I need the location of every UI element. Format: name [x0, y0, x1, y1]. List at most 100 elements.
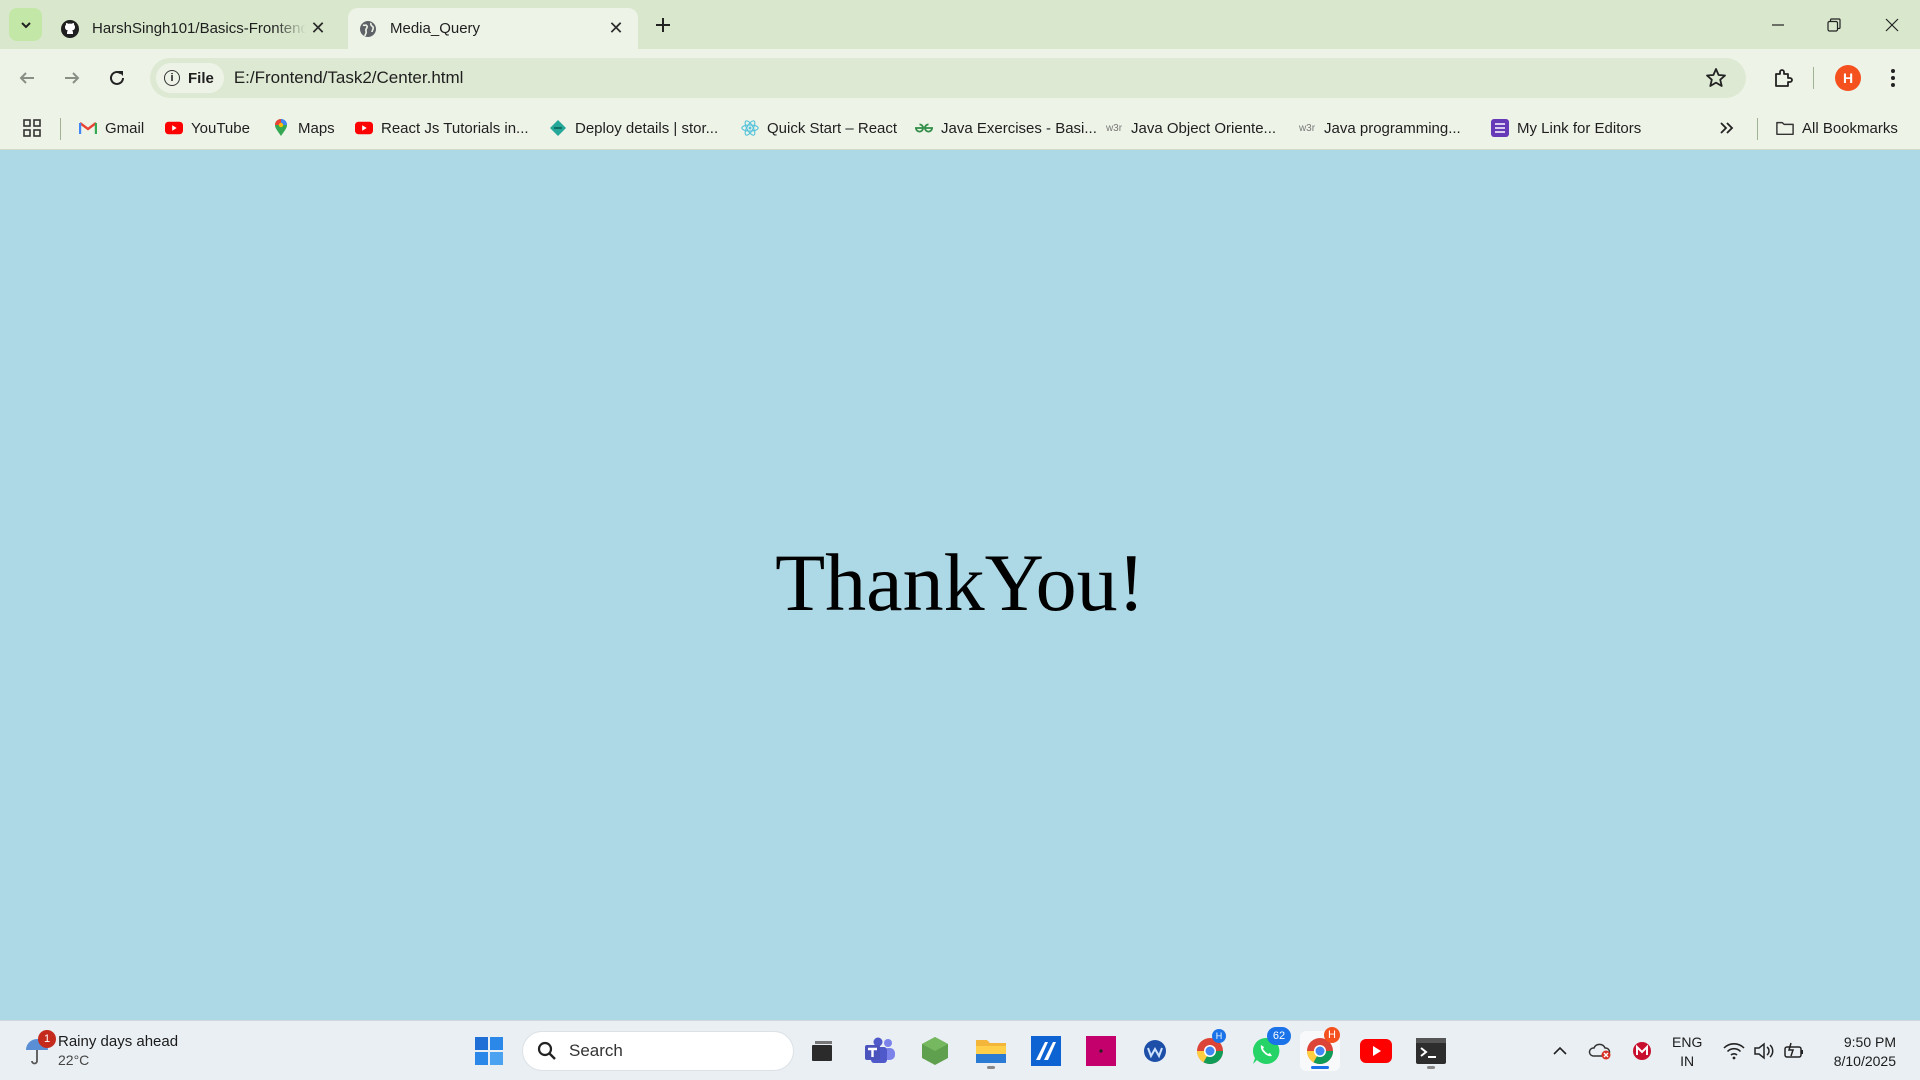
- chrome-profile-app[interactable]: H: [1190, 1029, 1230, 1071]
- app-icon: [1144, 1040, 1166, 1062]
- bookmark-react-tutorials[interactable]: React Js Tutorials in...: [355, 115, 529, 141]
- tab-media-query[interactable]: Media_Query ✕: [348, 8, 638, 49]
- bookmark-java-oop[interactable]: w3r Java Object Oriente...: [1105, 115, 1276, 141]
- task-view-button[interactable]: [802, 1031, 842, 1071]
- youtube-icon: [1360, 1039, 1392, 1063]
- bookmark-gmail[interactable]: Gmail: [79, 115, 144, 141]
- bookmark-java-programming[interactable]: w3r Java programming...: [1298, 115, 1461, 141]
- task-view-icon: [812, 1041, 832, 1061]
- arrow-right-icon: [65, 72, 80, 84]
- weather-widget[interactable]: 1 Rainy days ahead 22°C: [24, 1029, 178, 1073]
- close-icon[interactable]: ✕: [604, 17, 628, 41]
- profile-badge: H: [1324, 1027, 1340, 1043]
- wifi-tray[interactable]: [1722, 1031, 1746, 1071]
- edge-dev-app[interactable]: [1135, 1031, 1175, 1071]
- start-button[interactable]: [469, 1031, 509, 1071]
- tab-github[interactable]: HarshSingh101/Basics-Frontend ✕: [50, 8, 340, 49]
- react-icon: [741, 119, 759, 137]
- app-icon: [1086, 1036, 1116, 1066]
- close-icon[interactable]: ✕: [306, 17, 330, 41]
- plus-icon: [656, 18, 670, 32]
- bookmark-deploy-details[interactable]: Deploy details | stor...: [549, 115, 718, 141]
- weather-temp: 22°C: [58, 1052, 90, 1068]
- minimize-button[interactable]: [1750, 0, 1806, 49]
- cloud-error-icon: [1588, 1043, 1611, 1060]
- show-hidden-icons-button[interactable]: [1548, 1031, 1572, 1071]
- volume-tray[interactable]: [1752, 1031, 1776, 1071]
- bookmark-label: My Link for Editors: [1517, 119, 1642, 137]
- shield-m-icon: [1633, 1042, 1651, 1060]
- page-content: ThankYou!: [0, 151, 1920, 1020]
- bookmark-label: Java Object Oriente...: [1131, 119, 1277, 137]
- reload-button[interactable]: [102, 63, 132, 93]
- windows-icon: [475, 1037, 503, 1065]
- bookmark-label: Java Exercises - Basi...: [941, 119, 1097, 137]
- restore-icon: [1827, 17, 1841, 32]
- clock-time: 9:50 PM: [1843, 1034, 1896, 1050]
- bookmark-java-exercises[interactable]: Java Exercises - Basi...: [915, 115, 1097, 141]
- more-bookmarks-button[interactable]: [1718, 115, 1734, 141]
- star-icon[interactable]: [1704, 66, 1728, 90]
- site-info-chip[interactable]: i File: [156, 63, 224, 93]
- youtube-app[interactable]: [1356, 1031, 1396, 1071]
- gmail-icon: [79, 119, 97, 137]
- address-bar[interactable]: i File E:/Frontend/Task2/Center.html: [150, 58, 1746, 98]
- netlify-icon: [549, 119, 567, 137]
- nodejs-app[interactable]: [915, 1031, 955, 1071]
- minimize-icon: [1772, 23, 1784, 26]
- volume-icon: [1754, 1042, 1774, 1060]
- new-tab-button[interactable]: [650, 12, 676, 38]
- bookmark-label: Gmail: [105, 119, 145, 137]
- bookmark-label: Quick Start – React: [767, 119, 898, 137]
- autodesk-app[interactable]: [1026, 1031, 1066, 1071]
- terminal-icon: [1416, 1038, 1446, 1064]
- bookmark-label: Java programming...: [1324, 119, 1461, 137]
- back-button[interactable]: [12, 63, 42, 93]
- chevron-up-icon: [1553, 1046, 1567, 1055]
- bookmark-youtube[interactable]: YouTube: [165, 115, 250, 141]
- tab-search-button[interactable]: [9, 8, 42, 41]
- pink-app[interactable]: [1081, 1031, 1121, 1071]
- bookmark-my-link-editors[interactable]: My Link for Editors: [1491, 115, 1641, 141]
- forward-button[interactable]: [57, 63, 87, 93]
- list-icon: [1491, 119, 1509, 137]
- clock[interactable]: 9:50 PM 8/10/2025: [1834, 1033, 1896, 1071]
- github-icon: [60, 19, 80, 39]
- bookmark-react-quick-start[interactable]: Quick Start – React: [741, 115, 897, 141]
- onedrive-tray[interactable]: [1588, 1031, 1612, 1071]
- bookmark-label: React Js Tutorials in...: [381, 119, 529, 137]
- profile-avatar[interactable]: H: [1835, 65, 1861, 91]
- antivirus-tray[interactable]: [1630, 1031, 1654, 1071]
- globe-icon: [358, 19, 378, 39]
- profile-badge: H: [1212, 1029, 1226, 1043]
- gfg-icon: [915, 119, 933, 137]
- chevron-down-icon: [20, 21, 31, 28]
- apps-button[interactable]: [22, 115, 42, 141]
- close-window-button[interactable]: [1864, 0, 1920, 49]
- bookmark-label: Deploy details | stor...: [575, 119, 719, 137]
- puzzle-icon: [1775, 69, 1793, 87]
- weather-title: Rainy days ahead: [58, 1033, 179, 1050]
- tab-title: Media_Query: [390, 20, 481, 37]
- notification-badge: 62: [1267, 1027, 1291, 1045]
- toolbar-divider: [1813, 67, 1814, 89]
- file-explorer-app[interactable]: [971, 1031, 1011, 1071]
- battery-tray[interactable]: [1782, 1031, 1806, 1071]
- terminal-app[interactable]: [1411, 1031, 1451, 1071]
- chrome-app[interactable]: H: [1300, 1027, 1340, 1071]
- w3r-icon: w3r: [1105, 122, 1123, 134]
- taskbar-search[interactable]: Search: [522, 1031, 794, 1071]
- whatsapp-app[interactable]: 62: [1246, 1027, 1291, 1071]
- bookmark-maps[interactable]: Maps: [272, 115, 335, 141]
- browser-menu-button[interactable]: [1878, 63, 1908, 93]
- all-bookmarks-button[interactable]: All Bookmarks: [1776, 115, 1898, 141]
- bookmarks-bar: Gmail YouTube Maps React Js Tutorials in…: [0, 107, 1920, 150]
- all-bookmarks-label: All Bookmarks: [1802, 119, 1898, 137]
- url-text[interactable]: E:/Frontend/Task2/Center.html: [234, 68, 464, 88]
- language-indicator[interactable]: ENG IN: [1672, 1033, 1702, 1071]
- restore-button[interactable]: [1806, 0, 1862, 49]
- extensions-button[interactable]: [1768, 63, 1798, 93]
- more-vert-icon: [1891, 69, 1895, 87]
- teams-app[interactable]: [860, 1031, 900, 1071]
- youtube-icon: [165, 119, 183, 137]
